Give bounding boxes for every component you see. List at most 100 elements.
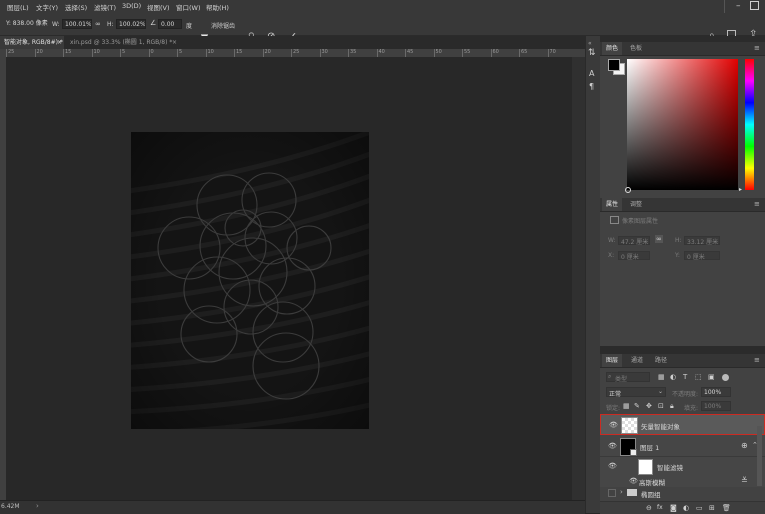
link-layers-icon[interactable]: ⊖ [646,503,652,513]
panel-menu-icon[interactable]: ≡ [754,356,760,364]
menu-select[interactable]: 选择(S) [65,2,87,12]
height-percent-field[interactable]: 100.02% [116,19,146,29]
width-percent-field[interactable]: 100.01% [62,19,92,29]
panel-menu-icon[interactable]: ≡ [754,200,760,208]
link-dimensions-icon[interactable]: ∞ [655,235,663,243]
new-layer-icon[interactable]: ⊞ [709,503,715,513]
layer-row-smart-filters[interactable]: 👁︎ 智能滤镜 [600,457,765,475]
menu-filter[interactable]: 滤镜(T) [94,2,116,12]
paragraph-icon[interactable]: ¶ [589,82,594,91]
character-icon[interactable]: A [589,69,594,78]
filter-shape-icon[interactable]: ⬚ [695,372,702,382]
foreground-color-swatch[interactable] [608,59,620,71]
prop-x-field[interactable]: 0 厘米 [618,251,650,261]
smart-filter-indicator-icon[interactable]: ⊕ [741,441,748,450]
color-field[interactable] [627,59,738,190]
add-mask-icon[interactable]: ◙ [670,503,677,513]
menu-help[interactable]: 帮助(H) [206,2,229,12]
layer-name[interactable]: 智能滤镜 [657,462,683,472]
layer-style-icon[interactable]: fx [657,503,663,513]
lock-transparent-icon[interactable]: ▦ [623,401,630,411]
restore-icon[interactable] [750,1,759,10]
visibility-eye-icon[interactable]: 👁︎ [629,477,638,485]
filter-options-icon[interactable]: ≚ [741,476,748,485]
visibility-eye-icon[interactable]: 👁︎ [608,442,617,450]
layers-panel: 图层 通道 路径 ≡ ⌕ 类型 ▦ ◐ T ⬚ ▣ 正常 ⌄ 不透明度: 100… [600,354,765,514]
menu-layer[interactable]: 图层(L) [7,2,29,12]
menu-view[interactable]: 视图(V) [147,2,170,12]
interpolation-label: 度 [186,23,193,30]
hue-slider-handle-icon[interactable]: ▸ [739,186,742,193]
lock-image-icon[interactable]: ✎ [634,401,640,411]
layer-name[interactable]: 图层 1 [640,442,659,452]
tab-color[interactable]: 颜色 [602,42,623,55]
ruler-tick-label: 5 [179,49,183,55]
tab-channels[interactable]: 通道 [627,354,647,367]
lock-all-icon[interactable]: 🔒︎ [670,401,674,411]
visibility-off-box[interactable] [608,489,616,497]
hue-slider[interactable] [745,59,754,190]
group-name[interactable]: 椭圆组 [641,489,661,499]
link-icon[interactable]: ∞ [95,20,101,28]
document-canvas[interactable] [131,132,369,429]
ruler-tick-label: 20 [36,49,43,55]
status-arrow-icon[interactable]: › [36,502,39,510]
fill-field[interactable]: 100% [701,401,731,411]
tab-paths[interactable]: 路径 [651,354,671,367]
prop-w-label: W: [608,237,616,244]
panel-menu-icon[interactable]: ≡ [754,44,760,52]
tab-swatches[interactable]: 色板 [626,42,646,55]
lock-artboard-icon[interactable]: ⊡ [658,401,664,411]
layer-row-gaussian-blur[interactable]: 👁︎ 高斯模糊 ≚ [600,475,765,487]
menu-3d[interactable]: 3D(D) [122,2,141,10]
filter-smart-object-icon[interactable]: ▣ [708,372,715,382]
close-icon[interactable]: × [57,36,62,49]
minimize-icon[interactable]: – [736,1,741,11]
ruler-tick-label: 5 [122,49,126,55]
filter-adjustment-icon[interactable]: ◐ [670,372,676,382]
opacity-field[interactable]: 100% [701,387,731,397]
tab-adjustments[interactable]: 调整 [626,198,646,211]
layer-row-ellipse-group[interactable]: › 椭圆组 [600,487,765,499]
document-tabs: 智能对象, RGB/8#) * × xin.psd @ 33.3% (椭圆 1,… [0,36,585,49]
tab-properties[interactable]: 属性 [602,198,623,211]
canvas-scrollbar[interactable] [572,57,585,500]
blend-mode-dropdown[interactable]: 正常 ⌄ [606,387,666,398]
visibility-eye-icon[interactable]: 👁︎ [608,462,617,470]
prop-y-field[interactable]: 0 厘米 [684,251,720,261]
visibility-eye-icon[interactable]: 👁︎ [609,421,618,429]
angle-field[interactable]: 0.00 [158,19,182,29]
layer-filter-dropdown[interactable]: ⌕ 类型 [606,372,650,383]
lock-position-icon[interactable]: ✥ [646,401,652,411]
menu-window[interactable]: 窗口(W) [176,2,201,12]
tab-layers[interactable]: 图层 [602,354,623,367]
close-icon[interactable]: × [172,36,177,49]
prop-width-field[interactable]: 47.2 厘米 [618,236,650,246]
filter-name[interactable]: 高斯模糊 [639,477,665,487]
color-picker-handle[interactable] [625,187,631,193]
menu-type[interactable]: 文字(Y) [36,2,58,12]
ruler-tick-mark [433,49,435,57]
layers-scrollbar[interactable] [757,426,762,486]
collapse-panels-icon[interactable]: « [588,40,592,47]
layer-row-vector-smart-object[interactable]: 👁︎ 矢量智能对象 [600,414,765,435]
ruler-tick-mark [348,49,349,57]
layer-row-layer-1[interactable]: 👁︎ 图层 1 ⊕ ⌃ [600,435,765,457]
history-icon[interactable]: ⇅ [588,48,596,58]
prop-y-value: 0 厘米 [687,254,705,261]
lock-label: 锁定: [606,405,621,412]
chevron-right-icon[interactable]: › [620,488,623,496]
tab-active-document[interactable]: 智能对象, RGB/8#) * × [0,36,64,49]
pixel-layer-icon [610,216,619,224]
filter-toggle-icon[interactable] [722,374,729,381]
new-group-icon[interactable]: ▭ [696,503,703,513]
layer-name[interactable]: 矢量智能对象 [641,421,680,431]
ruler-tick-label: 10 [93,49,100,55]
filter-type-icon[interactable]: T [683,372,687,382]
tab-xin-document[interactable]: xin.psd @ 33.3% (椭圆 1, RGB/8) * × [66,36,180,49]
delete-layer-icon[interactable]: 🗑︎ [722,503,731,513]
filter-pixel-icon[interactable]: ▦ [658,372,665,382]
adjustment-layer-icon[interactable]: ◐ [683,503,689,513]
window-divider [714,0,725,13]
prop-height-field[interactable]: 33.12 厘米 [684,236,720,246]
